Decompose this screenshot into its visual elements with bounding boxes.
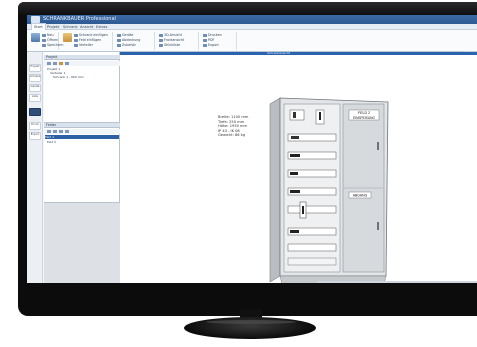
- ribbon-group-projekt: Neu Öffnen Speichern: [29, 32, 63, 50]
- cabinet-info-line: Breite: 1100 mm: [218, 115, 249, 119]
- ribbon-btn-export[interactable]: Export: [203, 43, 219, 47]
- ribbon-btn-verteiler[interactable]: Verteiler: [74, 43, 93, 47]
- ribbon-btn-zubehoer[interactable]: Zubehör: [117, 43, 136, 47]
- breaker-lever-icon: [319, 112, 321, 120]
- left-tool-strip: Projekt Schrank Geräte Liste Druck Expor…: [27, 52, 43, 283]
- door-handle-icon: [377, 142, 379, 150]
- fields-row[interactable]: Feld 2: [47, 140, 117, 144]
- ribbon-group-schrank: Schrank einfügen Feld einfügen Verteiler: [61, 32, 113, 50]
- strip-btn-projekt[interactable]: Projekt: [29, 64, 41, 72]
- tab-start[interactable]: Start: [31, 23, 46, 30]
- strip-btn-geraete[interactable]: Geräte: [29, 84, 41, 92]
- properties-area: [44, 203, 120, 283]
- canvas-scrollbar[interactable]: [317, 281, 477, 283]
- door-handle-icon: [377, 222, 379, 230]
- strip-btn-selected[interactable]: [29, 108, 41, 116]
- cabinet-info: Breite: 1100 mm Tiefe: 250 mm Höhe: 1950…: [218, 115, 248, 138]
- project-panel-toolbar: [44, 61, 120, 66]
- tree-item[interactable]: Schrank 1 - 800 mm: [53, 75, 123, 79]
- din-device: [290, 230, 299, 233]
- new-project-icon[interactable]: [31, 33, 40, 42]
- label-top-right-2: EINSPEISUNG: [353, 116, 375, 120]
- cabinet-3d-view[interactable]: FELD 2 EINSPEISUNG ABGANG: [260, 92, 390, 283]
- fields-row-selected[interactable]: Feld 1: [45, 135, 119, 139]
- cabinet-info-line: Gewicht: 86 kg: [218, 133, 246, 138]
- ribbon-btn-neu[interactable]: Neu: [42, 33, 54, 37]
- main-switch-lever-icon: [302, 206, 304, 214]
- ribbon-btn-schrank-einfuegen[interactable]: Schrank einfügen: [74, 33, 108, 37]
- field-remove-icon[interactable]: [53, 130, 57, 133]
- app-title: SCHRANKBAUER Professional: [43, 16, 116, 22]
- tree-cabinet-icon[interactable]: [59, 62, 63, 65]
- din-device: [291, 136, 299, 139]
- ribbon-btn-3d[interactable]: 3D-Ansicht: [159, 33, 182, 37]
- tree-expand-icon[interactable]: [47, 62, 51, 65]
- din-rail-row: [287, 205, 337, 214]
- ribbon-btn-oeffnen[interactable]: Öffnen: [42, 38, 58, 42]
- ribbon-group-export: Drucken PDF Export: [201, 32, 237, 50]
- strip-btn-schrank[interactable]: Schrank: [29, 74, 41, 82]
- screen: SCHRANKBAUER Professional Start Projekt …: [27, 15, 477, 283]
- strip-btn-export[interactable]: Export: [29, 132, 41, 140]
- tree-delete-icon[interactable]: [65, 62, 69, 65]
- label-mid-right: ABGANG: [353, 194, 368, 198]
- field-down-icon[interactable]: [65, 130, 69, 133]
- din-device: [290, 172, 298, 175]
- title-bar: SCHRANKBAUER Professional: [27, 15, 477, 24]
- project-panel-header: Projekt: [44, 55, 120, 60]
- strip-btn-druck[interactable]: Druck: [29, 122, 41, 130]
- cabinet-side-panel: [269, 97, 281, 283]
- monitor-stand-highlight: [206, 320, 296, 324]
- din-rail-row: [287, 243, 337, 252]
- ribbon: Neu Öffnen Speichern Schrank einfügen Fe…: [27, 30, 477, 56]
- tree-collapse-icon[interactable]: [53, 62, 57, 65]
- field-up-icon[interactable]: [59, 130, 63, 133]
- ribbon-btn-feld-einfuegen[interactable]: Feld einfügen: [74, 38, 101, 42]
- drawing-canvas[interactable]: Breite: 1100 mm Tiefe: 250 mm Höhe: 1950…: [120, 55, 477, 283]
- fields-header: Felder: [44, 123, 120, 128]
- strip-btn-liste[interactable]: Liste: [29, 94, 41, 102]
- din-device: [290, 154, 300, 157]
- meter-switch-icon: [293, 112, 296, 118]
- din-device: [290, 190, 300, 193]
- app-logo-icon: [31, 16, 40, 23]
- meter-device: [289, 109, 305, 121]
- ribbon-btn-drucken[interactable]: Drucken: [203, 33, 222, 37]
- cabinet-icon[interactable]: [63, 33, 72, 42]
- fields-toolbar: [44, 129, 120, 134]
- label-top-right-1: FELD 2: [358, 111, 370, 115]
- ribbon-btn-front[interactable]: Frontansicht: [159, 38, 184, 42]
- field-add-icon[interactable]: [47, 130, 51, 133]
- ribbon-group-ansicht: 3D-Ansicht Frontansicht Stückliste: [157, 32, 199, 50]
- ribbon-btn-geraete[interactable]: Geräte: [117, 33, 133, 37]
- ribbon-btn-abdeckung[interactable]: Abdeckung: [117, 38, 140, 42]
- ribbon-group-bauteile: Geräte Abdeckung Zubehör: [115, 32, 155, 50]
- din-rail-row: [287, 257, 337, 266]
- project-panel: Projekt Projekt 1 Verteiler 1 Schrank 1 …: [44, 52, 120, 283]
- ribbon-btn-pdf[interactable]: PDF: [203, 38, 214, 42]
- monitor-bezel-highlight: [18, 2, 477, 16]
- ribbon-btn-stueckliste[interactable]: Stückliste: [159, 43, 180, 47]
